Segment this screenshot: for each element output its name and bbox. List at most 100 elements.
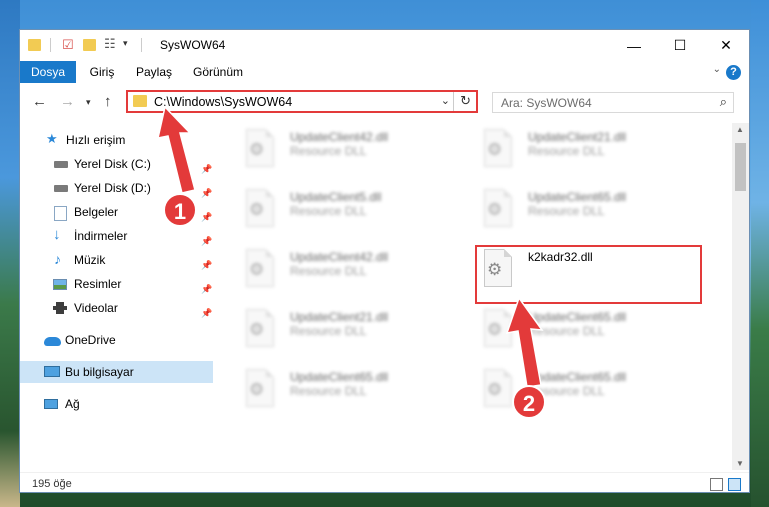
refresh-icon[interactable]: ↻	[460, 93, 471, 109]
back-button[interactable]: ←	[32, 93, 47, 110]
recent-locations-icon[interactable]: ▾	[86, 97, 91, 108]
gear-icon: ⚙	[249, 260, 265, 279]
properties-icon[interactable]: ☑	[62, 37, 74, 53]
file-name: UpdateClient65.dll	[528, 370, 627, 384]
minimize-button[interactable]: —	[611, 30, 657, 61]
list-item[interactable]: ⚙ UpdateClient65.dll Resource DLL	[476, 365, 666, 417]
step-1-marker: 1	[163, 193, 197, 227]
gear-icon: ⚙	[249, 140, 265, 159]
navigation-bar: ← → ▾ ↑ C:\Windows\SysWOW64 ⌄ ↻ Ara: Sys…	[20, 87, 749, 117]
gear-icon: ⚙	[487, 380, 503, 399]
onedrive-icon	[44, 337, 61, 346]
address-dropdown-icon[interactable]: ⌄	[441, 94, 450, 107]
file-explorer-window: ☑ ☷ ▾ SysWOW64 — ☐ ✕ Dosya Giriş Paylaş …	[19, 29, 750, 493]
pin-icon: 📌	[201, 308, 213, 318]
sidebar-item-label: Resimler	[74, 277, 122, 291]
sidebar-item-network[interactable]: Ağ	[20, 393, 213, 415]
music-icon: ♪	[54, 251, 61, 267]
file-name: UpdateClient21.dll	[528, 130, 627, 144]
tab-gorunum[interactable]: Görünüm	[190, 61, 246, 83]
sidebar-item-label: Ağ	[65, 397, 80, 411]
address-bar[interactable]: C:\Windows\SysWOW64 ⌄ ↻	[126, 90, 478, 113]
scrollbar-thumb[interactable]	[735, 143, 746, 191]
sidebar-item-pictures[interactable]: Resimler 📌	[20, 273, 213, 295]
up-button[interactable]: ↑	[104, 93, 112, 110]
list-item[interactable]: ⚙ UpdateClient42.dll Resource DLL	[238, 245, 428, 297]
gear-icon: ⚙	[249, 380, 265, 399]
list-item[interactable]: ⚙ UpdateClient65.dll Resource DLL	[238, 365, 428, 417]
sidebar-item-downloads[interactable]: ↓ İndirmeler 📌	[20, 225, 213, 247]
vertical-scrollbar[interactable]: ▲ ▼	[732, 123, 749, 470]
list-item[interactable]: ⚙ UpdateClient21.dll Resource DLL	[476, 125, 666, 177]
address-path[interactable]: C:\Windows\SysWOW64	[154, 95, 292, 109]
file-type: Resource DLL	[290, 324, 367, 338]
sidebar-item-label: Videolar	[74, 301, 118, 315]
list-item[interactable]: ⚙ UpdateClient5.dll Resource DLL	[238, 185, 428, 237]
tab-dosya[interactable]: Dosya	[20, 61, 76, 83]
address-separator	[453, 92, 454, 111]
search-icon[interactable]: ⌕	[720, 94, 727, 110]
documents-icon	[54, 206, 67, 221]
pictures-icon	[53, 279, 67, 290]
status-bar: 195 öğe	[20, 472, 749, 495]
sidebar-item-this-pc[interactable]: Bu bilgisayar	[20, 361, 213, 383]
gear-icon: ⚙	[487, 320, 503, 339]
network-icon	[44, 399, 58, 409]
window-title: SysWOW64	[160, 38, 226, 52]
list-item[interactable]: ⚙ UpdateClient42.dll Resource DLL	[238, 125, 428, 177]
file-type: Resource DLL	[290, 204, 367, 218]
file-type: Resource DLL	[290, 384, 367, 398]
list-item[interactable]: ⚙ UpdateClient21.dll Resource DLL	[238, 305, 428, 357]
tab-giris[interactable]: Giriş	[82, 61, 122, 83]
computer-icon	[44, 366, 60, 377]
file-type: Resource DLL	[528, 144, 605, 158]
tab-paylas[interactable]: Paylaş	[132, 61, 176, 83]
file-type: Resource DLL	[528, 204, 605, 218]
sidebar-item-label: Belgeler	[74, 205, 119, 219]
ribbon-tabs: Dosya Giriş Paylaş Görünüm	[20, 61, 749, 83]
title-bar: ☑ ☷ ▾ SysWOW64 — ☐ ✕	[20, 30, 749, 61]
drive-icon	[54, 161, 68, 168]
file-name: UpdateClient42.dll	[290, 130, 389, 144]
scroll-up-icon[interactable]: ▲	[736, 125, 744, 134]
search-input[interactable]: Ara: SysWOW64 ⌕	[492, 92, 734, 113]
gear-icon: ⚙	[249, 320, 265, 339]
file-name: UpdateClient42.dll	[290, 250, 389, 264]
file-name: UpdateClient65.dll	[528, 190, 627, 204]
sidebar-item-local-disk-c[interactable]: Yerel Disk (C:) 📌	[20, 153, 213, 175]
maximize-button[interactable]: ☐	[657, 30, 703, 61]
gear-icon: ⚙	[487, 200, 503, 219]
file-type: Resource DLL	[528, 324, 605, 338]
new-folder-icon[interactable]	[83, 39, 96, 51]
gear-icon: ⚙	[487, 140, 503, 159]
list-item[interactable]: ⚙ UpdateClient65.dll Resource DLL	[476, 305, 666, 357]
sidebar-item-label: Yerel Disk (D:)	[74, 181, 151, 195]
collapse-ribbon-icon[interactable]: ⌄	[713, 64, 721, 75]
folder-icon	[133, 95, 147, 107]
sidebar-item-label: İndirmeler	[74, 229, 128, 243]
search-placeholder: Ara: SysWOW64	[501, 96, 592, 110]
title-separator	[50, 38, 51, 52]
close-button[interactable]: ✕	[703, 30, 749, 61]
desktop-background-left	[0, 0, 20, 507]
file-type: Resource DLL	[290, 264, 367, 278]
details-view-icon[interactable]	[710, 478, 723, 491]
quick-access-dropdown-icon[interactable]: ▾	[123, 38, 128, 54]
file-name: UpdateClient5.dll	[290, 190, 382, 204]
file-highlight-box	[475, 245, 702, 304]
sidebar-item-quick-access[interactable]: ★ Hızlı erişim	[20, 129, 213, 151]
sidebar-item-onedrive[interactable]: OneDrive	[20, 329, 213, 351]
sidebar-item-videos[interactable]: Videolar 📌	[20, 297, 213, 319]
list-item[interactable]: ⚙ UpdateClient65.dll Resource DLL	[476, 185, 666, 237]
navigation-pane: ★ Hızlı erişim Yerel Disk (C:) 📌 Yerel D…	[20, 125, 213, 465]
sidebar-item-music[interactable]: ♪ Müzik 📌	[20, 249, 213, 271]
sidebar-item-label: Müzik	[74, 253, 106, 267]
help-icon[interactable]: ?	[726, 65, 741, 80]
videos-icon	[53, 302, 67, 314]
large-icons-view-icon[interactable]	[728, 478, 741, 491]
forward-button[interactable]: →	[60, 93, 75, 110]
customize-toolbar-icon[interactable]: ☷	[104, 36, 116, 52]
desktop-background-right	[751, 0, 769, 507]
scroll-down-icon[interactable]: ▼	[736, 459, 744, 468]
sidebar-item-label: Hızlı erişim	[66, 133, 126, 147]
